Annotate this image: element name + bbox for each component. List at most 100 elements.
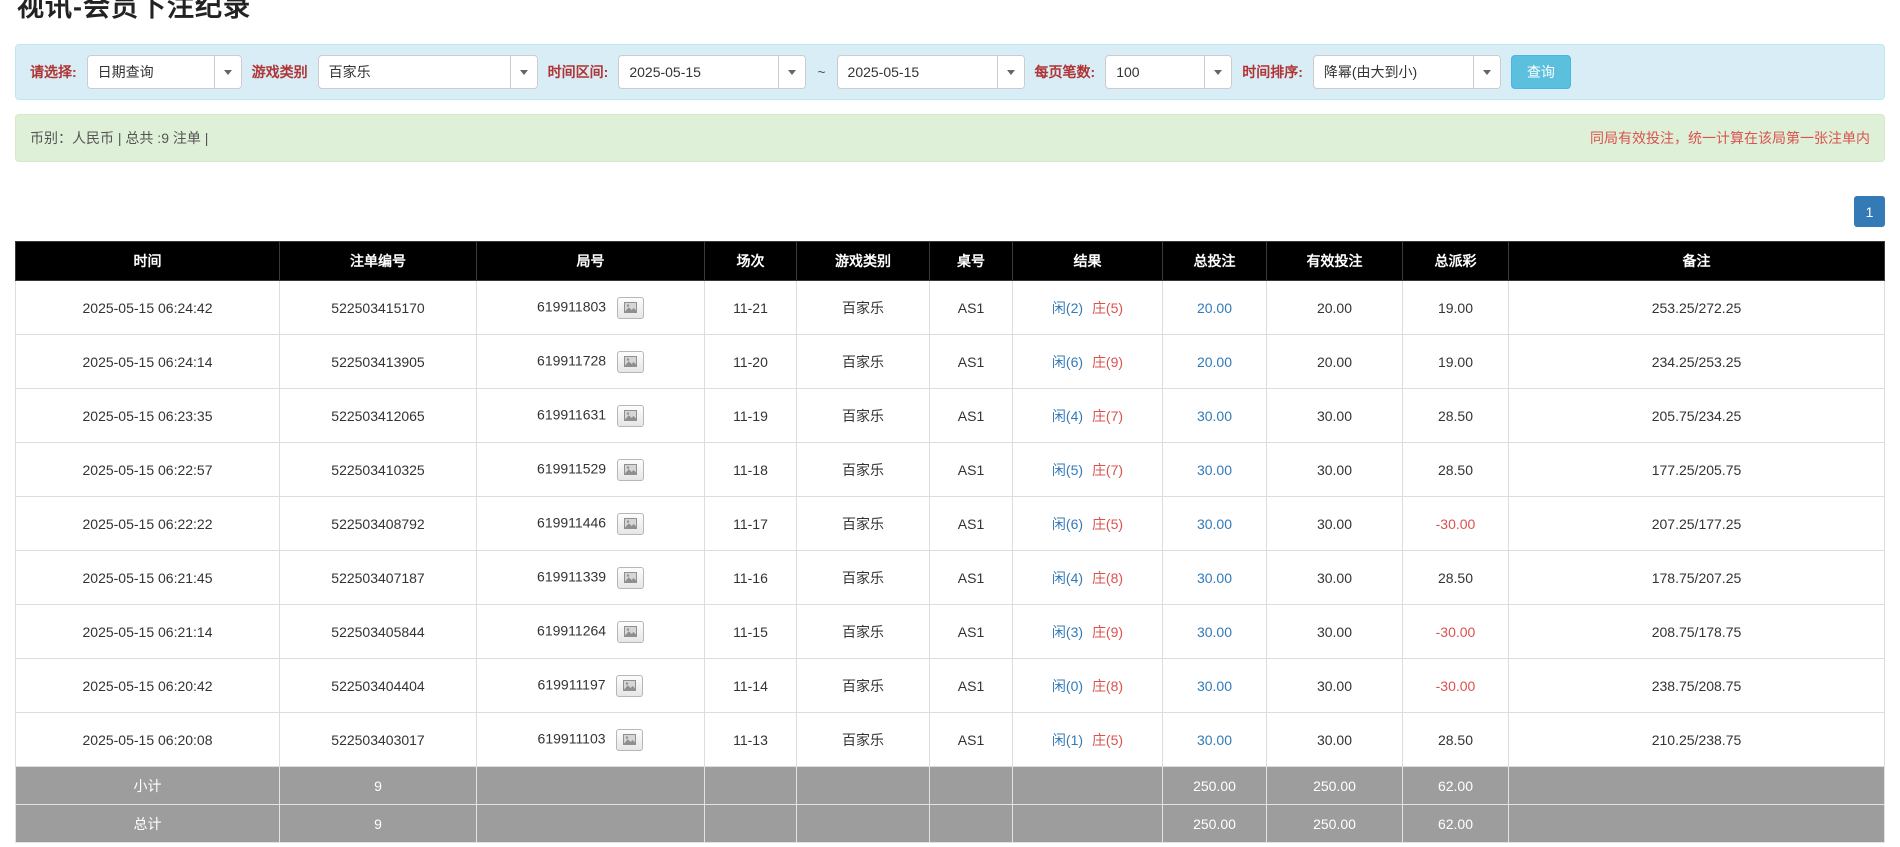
- cell-valid-bet: 30.00: [1267, 443, 1403, 497]
- cell-valid-bet: 30.00: [1267, 389, 1403, 443]
- select-type-label: 请选择:: [30, 62, 77, 82]
- round-detail-button[interactable]: [617, 351, 644, 373]
- total-bet-link[interactable]: 30.00: [1197, 516, 1232, 532]
- total-count: 9: [280, 805, 477, 843]
- cell-session: 11-20: [705, 335, 797, 389]
- summary-note: 同局有效投注，统一计算在该局第一张注单内: [1590, 128, 1870, 148]
- round-detail-button[interactable]: [616, 675, 643, 697]
- round-detail-button[interactable]: [617, 405, 644, 427]
- cell-note: 234.25/253.25: [1509, 335, 1885, 389]
- cell-time: 2025-05-15 06:22:22: [16, 497, 280, 551]
- select-type-dropdown[interactable]: 日期查询: [87, 55, 242, 89]
- round-number: 619911339: [537, 568, 606, 584]
- time-sort-dropdown[interactable]: 降幂(由大到小): [1313, 55, 1501, 89]
- total-bet-link[interactable]: 30.00: [1197, 732, 1232, 748]
- result-player: 闲(0): [1052, 678, 1083, 694]
- page-size-dropdown[interactable]: 100: [1105, 55, 1232, 89]
- header-note: 备注: [1509, 242, 1885, 281]
- round-detail-button[interactable]: [617, 621, 644, 643]
- total-bet-link[interactable]: 30.00: [1197, 624, 1232, 640]
- subtotal-valid-bet: 250.00: [1267, 767, 1403, 805]
- round-result-image-icon: [623, 680, 636, 691]
- chevron-down-icon: [1473, 56, 1500, 88]
- result-player: 闲(6): [1052, 354, 1083, 370]
- cell-payout: 28.50: [1403, 713, 1509, 767]
- total-bet-link[interactable]: 30.00: [1197, 462, 1232, 478]
- game-type-dropdown[interactable]: 百家乐: [318, 55, 538, 89]
- table-row: 2025-05-15 06:20:42 522503404404 6199111…: [16, 659, 1885, 713]
- table-row: 2025-05-15 06:24:42 522503415170 6199118…: [16, 281, 1885, 335]
- cell-session: 11-18: [705, 443, 797, 497]
- cell-bet-id: 522503415170: [280, 281, 477, 335]
- total-bet-link[interactable]: 30.00: [1197, 408, 1232, 424]
- cell-payout: -30.00: [1403, 659, 1509, 713]
- cell-round: 619911264: [477, 605, 705, 659]
- result-player: 闲(4): [1052, 408, 1083, 424]
- cell-note: 205.75/234.25: [1509, 389, 1885, 443]
- result-player: 闲(3): [1052, 624, 1083, 640]
- total-bet-link[interactable]: 30.00: [1197, 678, 1232, 694]
- round-detail-button[interactable]: [617, 459, 644, 481]
- round-detail-button[interactable]: [617, 567, 644, 589]
- cell-table-no: AS1: [930, 443, 1013, 497]
- cell-result: 闲(5) 庄(7): [1013, 443, 1163, 497]
- cell-total-bet: 20.00: [1163, 281, 1267, 335]
- date-from-dropdown[interactable]: 2025-05-15: [618, 55, 806, 89]
- cell-payout: 28.50: [1403, 551, 1509, 605]
- date-from-value: 2025-05-15: [619, 56, 778, 88]
- page-size-label: 每页笔数:: [1035, 62, 1096, 82]
- total-payout: 62.00: [1403, 805, 1509, 843]
- cell-time: 2025-05-15 06:20:08: [16, 713, 280, 767]
- round-number: 619911631: [537, 406, 606, 422]
- round-result-image-icon: [624, 410, 637, 421]
- total-bet-link[interactable]: 20.00: [1197, 300, 1232, 316]
- result-player: 闲(6): [1052, 516, 1083, 532]
- time-sort-label: 时间排序:: [1242, 62, 1303, 82]
- round-result-image-icon: [624, 302, 637, 313]
- page-button-1[interactable]: 1: [1854, 196, 1885, 227]
- cell-payout: 19.00: [1403, 281, 1509, 335]
- page-title: 视讯-会员下注纪录: [17, 0, 1885, 24]
- cell-payout: 19.00: [1403, 335, 1509, 389]
- cell-table-no: AS1: [930, 659, 1013, 713]
- search-button[interactable]: 查询: [1511, 55, 1571, 89]
- date-to-dropdown[interactable]: 2025-05-15: [837, 55, 1025, 89]
- cell-total-bet: 30.00: [1163, 659, 1267, 713]
- cell-table-no: AS1: [930, 497, 1013, 551]
- round-result-image-icon: [624, 464, 637, 475]
- cell-game-type: 百家乐: [797, 605, 930, 659]
- cell-table-no: AS1: [930, 713, 1013, 767]
- chevron-down-icon: [778, 56, 805, 88]
- cell-round: 619911631: [477, 389, 705, 443]
- result-banker: 庄(9): [1092, 624, 1123, 640]
- cell-note: 253.25/272.25: [1509, 281, 1885, 335]
- header-session: 场次: [705, 242, 797, 281]
- cell-round: 619911446: [477, 497, 705, 551]
- cell-note: 207.25/177.25: [1509, 497, 1885, 551]
- total-bet-link[interactable]: 20.00: [1197, 354, 1232, 370]
- total-bet-link[interactable]: 30.00: [1197, 570, 1232, 586]
- table-row: 2025-05-15 06:24:14 522503413905 6199117…: [16, 335, 1885, 389]
- total-row: 总计 9 250.00 250.00 62.00: [16, 805, 1885, 843]
- round-detail-button[interactable]: [616, 729, 643, 751]
- game-type-value: 百家乐: [319, 56, 510, 88]
- cell-time: 2025-05-15 06:21:14: [16, 605, 280, 659]
- cell-payout: -30.00: [1403, 605, 1509, 659]
- round-result-image-icon: [623, 734, 636, 745]
- summary-bar: 币别：人民币 | 总共 :9 注单 | 同局有效投注，统一计算在该局第一张注单内: [15, 114, 1885, 162]
- cell-bet-id: 522503404404: [280, 659, 477, 713]
- pagination: 1: [15, 196, 1885, 227]
- result-player: 闲(5): [1052, 462, 1083, 478]
- cell-total-bet: 30.00: [1163, 605, 1267, 659]
- result-banker: 庄(7): [1092, 462, 1123, 478]
- cell-game-type: 百家乐: [797, 335, 930, 389]
- page-container: 视讯-会员下注纪录 请选择: 日期查询 游戏类别 百家乐 时间区间: 2025-…: [15, 0, 1885, 843]
- round-detail-button[interactable]: [617, 297, 644, 319]
- table-row: 2025-05-15 06:22:57 522503410325 6199115…: [16, 443, 1885, 497]
- cell-round: 619911197: [477, 659, 705, 713]
- round-detail-button[interactable]: [617, 513, 644, 535]
- cell-time: 2025-05-15 06:23:35: [16, 389, 280, 443]
- cell-valid-bet: 30.00: [1267, 551, 1403, 605]
- header-game-type: 游戏类别: [797, 242, 930, 281]
- subtotal-row: 小计 9 250.00 250.00 62.00: [16, 767, 1885, 805]
